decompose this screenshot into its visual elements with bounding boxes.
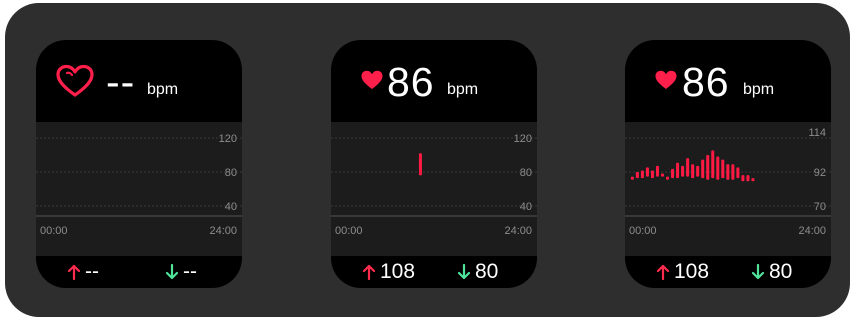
heart-rate-bar: [650, 170, 654, 179]
heart-rate-bar: [696, 165, 700, 177]
heart-rate-bar: [418, 153, 422, 176]
x-tick-start: 00:00: [335, 225, 363, 237]
heart-filled-icon: [361, 70, 383, 89]
y-tick-bottom: 40: [225, 201, 237, 213]
y-tick-bottom: 40: [520, 201, 532, 213]
heart-rate-bar: [666, 176, 670, 180]
heart-rate-bar: [701, 159, 705, 179]
heart-rate-header: 86 bpm: [331, 60, 537, 104]
min-heart-rate: 80: [752, 256, 792, 288]
heart-rate-chart-svg: 120 80 40 00:00 24:00: [331, 133, 537, 237]
heart-rate-chart-svg: 120 80 40 00:00 24:00: [36, 133, 242, 237]
y-tick-mid: 80: [225, 167, 237, 179]
arrow-up-icon: [657, 264, 669, 280]
min-value: 80: [769, 260, 793, 283]
heart-rate-bar: [671, 168, 675, 179]
watch-card-daily-trend[interactable]: 86 bpm 114 92 70 00:00 24:00 108 80: [625, 40, 831, 288]
min-max-row: 108 80: [331, 256, 537, 288]
heart-rate-value: 86: [682, 59, 730, 105]
heart-rate-chart: 114 92 70 00:00 24:00: [625, 122, 831, 256]
heart-rate-header: 86 bpm: [625, 60, 831, 104]
max-heart-rate: 108: [363, 256, 415, 288]
heart-rate-bar: [630, 176, 634, 180]
max-value: 108: [380, 260, 416, 283]
chart-gridlines: [36, 137, 242, 207]
heart-rate-value: 86: [387, 59, 435, 105]
heart-rate-header: -- bpm: [36, 60, 242, 104]
chart-gridlines: [331, 137, 537, 207]
heart-rate-unit: bpm: [447, 81, 479, 98]
min-heart-rate: --: [166, 256, 197, 288]
arrow-down-icon: [458, 264, 470, 280]
heart-rate-chart: 120 80 40 00:00 24:00: [331, 122, 537, 256]
chart-bars: [630, 150, 755, 182]
heart-rate-bar: [640, 170, 644, 179]
heart-rate-bar: [676, 162, 680, 179]
heart-filled-icon: [655, 70, 677, 89]
arrow-down-icon: [166, 264, 178, 280]
x-tick-start: 00:00: [629, 225, 657, 237]
heart-rate-chart-svg: 114 92 70 00:00 24:00: [625, 127, 831, 237]
heart-rate-bar: [686, 158, 690, 177]
max-heart-rate: 108: [657, 256, 709, 288]
x-tick-end: 24:00: [798, 225, 826, 237]
y-tick-mid: 92: [814, 167, 826, 179]
x-tick-end: 24:00: [504, 225, 532, 237]
heart-rate-bar: [711, 150, 715, 179]
y-tick-bottom: 70: [814, 201, 826, 213]
heart-rate-unit: bpm: [743, 81, 775, 98]
watch-card-no-data[interactable]: -- bpm 120 80 40 00:00 24:00 -- --: [36, 40, 242, 288]
arrow-up-icon: [363, 264, 375, 280]
y-tick-top: 120: [219, 133, 237, 145]
arrow-up-icon: [68, 264, 80, 280]
heart-rate-bar: [655, 165, 659, 177]
heart-rate-bar: [726, 164, 730, 180]
min-max-row: 108 80: [625, 256, 831, 288]
watch-card-single-reading[interactable]: 86 bpm 120 80 40 00:00 24:00 108 80: [331, 40, 537, 288]
heart-rate-bar: [716, 156, 720, 180]
min-value: 80: [475, 260, 499, 283]
heart-rate-unit: bpm: [147, 81, 179, 98]
heart-rate-bar: [746, 175, 750, 182]
heart-rate-bar: [645, 167, 649, 177]
heart-rate-bar: [731, 164, 735, 180]
chart-bars: [418, 153, 422, 176]
heart-rate-value: --: [106, 59, 136, 105]
heart-rate-bar: [661, 173, 664, 177]
heart-rate-bar: [751, 178, 755, 182]
heart-rate-bar: [706, 155, 710, 180]
heart-rate-bar: [691, 164, 695, 179]
min-max-row: -- --: [36, 256, 242, 288]
heart-rate-chart: 120 80 40 00:00 24:00: [36, 122, 242, 256]
max-value: --: [85, 260, 99, 283]
y-tick-top: 120: [514, 133, 532, 145]
heart-rate-bar: [741, 175, 745, 182]
heart-rate-bar: [736, 167, 740, 179]
y-tick-mid: 80: [520, 167, 532, 179]
heart-rate-bar: [635, 172, 639, 179]
heart-rate-bar: [681, 165, 685, 177]
min-heart-rate: 80: [458, 256, 498, 288]
x-tick-start: 00:00: [40, 225, 68, 237]
arrow-down-icon: [752, 264, 764, 280]
min-value: --: [183, 260, 197, 283]
y-tick-top: 114: [808, 127, 826, 139]
max-heart-rate: --: [68, 256, 99, 288]
x-tick-end: 24:00: [209, 225, 237, 237]
max-value: 108: [674, 260, 710, 283]
heart-rate-bar: [721, 159, 725, 179]
heart-outline-icon: [56, 64, 94, 97]
